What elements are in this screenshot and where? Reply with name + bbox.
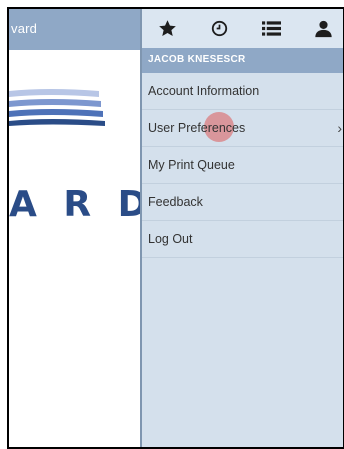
user-icon[interactable] [312,18,334,40]
menu-item-label: Log Out [148,232,193,246]
user-name-bar: JACOB KNESESCR [142,48,343,73]
menu-item-label: User Preferences [148,121,246,135]
logo-stripes-icon [9,89,105,126]
app-header-title: vard [11,21,38,36]
menu-toolbar [142,9,343,48]
menu-item-user-preferences[interactable]: User Preferences › [142,110,343,147]
app-header: vard [9,9,140,50]
user-name: JACOB KNESESCR [148,54,246,65]
menu-item-label: Account Information [148,84,260,98]
user-menu-panel: JACOB KNESESCR Account Information User … [140,9,343,447]
clock-icon[interactable] [208,18,230,40]
menu-item-my-print-queue[interactable]: My Print Queue [142,147,343,184]
menu-item-label: Feedback [148,195,203,209]
chevron-right-icon: › [337,120,342,136]
background-app: vard A R D® [9,9,163,447]
menu-item-label: My Print Queue [148,158,235,172]
menu-item-account-information[interactable]: Account Information [142,73,343,110]
menu-item-feedback[interactable]: Feedback [142,184,343,221]
brand-logo: A R D® [9,184,163,225]
star-icon[interactable] [156,18,178,40]
menu-item-log-out[interactable]: Log Out [142,221,343,258]
list-icon[interactable] [260,18,282,40]
brand-logo-text: A R D [9,184,155,225]
screen-frame: vard A R D® JACOB [7,7,344,449]
